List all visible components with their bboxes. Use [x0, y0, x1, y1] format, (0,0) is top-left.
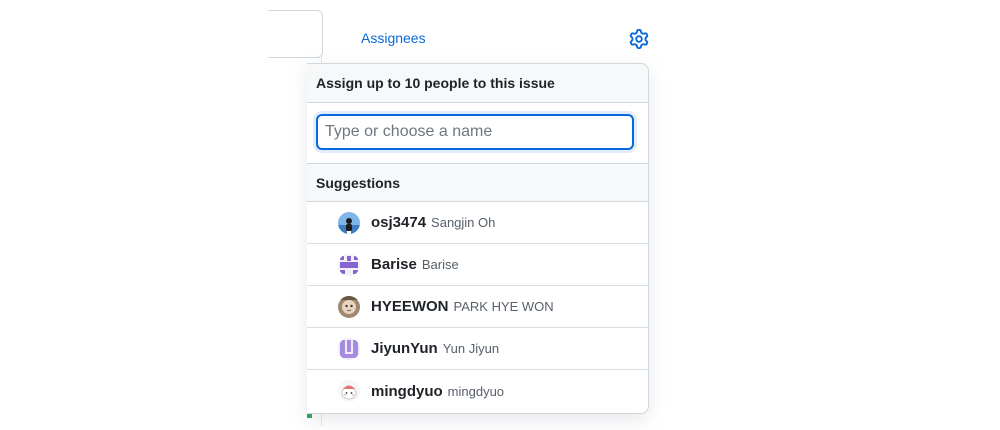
suggestion-name: PARK HYE WON	[453, 299, 554, 314]
avatar	[338, 253, 360, 276]
suggestion-item-barise[interactable]: Barise Barise	[307, 244, 648, 286]
underlying-panel-edge	[268, 10, 323, 58]
suggestion-item-hyeewon[interactable]: HYEEWON PARK HYE WON	[307, 286, 648, 328]
suggestion-login: mingdyuo	[371, 382, 443, 400]
suggestions-heading: Suggestions	[307, 164, 648, 202]
avatar	[338, 211, 360, 234]
select-menu-header: Assign up to 10 people to this issue	[307, 64, 648, 103]
suggestion-login: osj3474	[371, 214, 427, 231]
avatar	[338, 380, 360, 402]
suggestion-login: HYEEWON	[371, 298, 449, 315]
assignee-filter-input[interactable]	[316, 114, 634, 150]
filter-container	[307, 103, 648, 164]
suggestion-item-jiyunyun[interactable]: JiyunYun Yun Jiyun	[307, 328, 648, 370]
suggestion-login: Barise	[371, 256, 417, 273]
suggestion-name: Barise	[421, 257, 459, 272]
suggestions-list: osj3474 Sangjin Oh Barise Barise HYEEWON…	[307, 202, 648, 412]
assignees-heading-link[interactable]: Assignees	[361, 30, 426, 46]
suggestion-name: mingdyuo	[447, 383, 505, 399]
suggestion-name: Yun Jiyun	[442, 341, 500, 356]
suggestion-item-osj3474[interactable]: osj3474 Sangjin Oh	[307, 202, 648, 244]
issue-sidebar-page: Assignees Assign up to 10 people to this…	[0, 0, 1000, 430]
assignees-select-menu: Assign up to 10 people to this issue Sug…	[307, 63, 649, 414]
suggestion-login: JiyunYun	[371, 340, 438, 357]
gear-icon[interactable]	[629, 29, 649, 49]
avatar	[338, 337, 360, 360]
avatar	[338, 295, 360, 318]
suggestion-item-mingdyuo[interactable]: mingdyuo mingdyuo	[307, 370, 648, 412]
suggestion-name: Sangjin Oh	[431, 215, 496, 230]
